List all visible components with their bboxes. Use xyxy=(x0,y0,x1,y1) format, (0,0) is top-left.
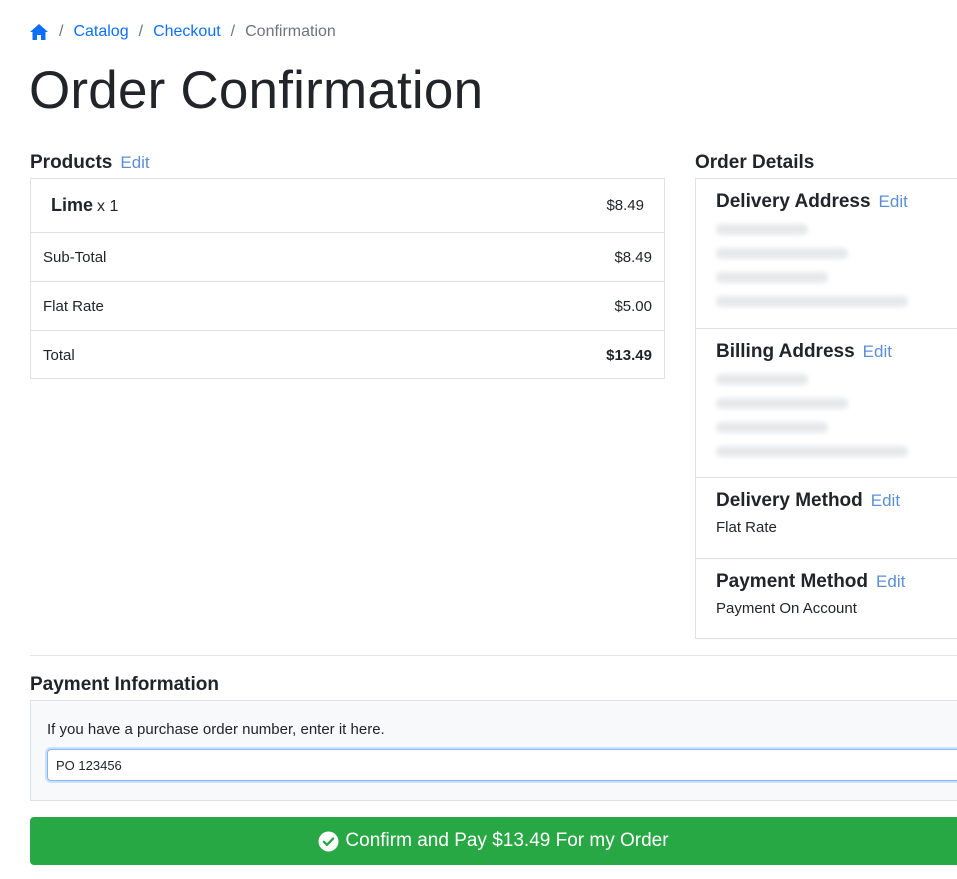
total-row: Total $13.49 xyxy=(31,330,664,379)
delivery-address-label: Delivery Address xyxy=(716,191,871,212)
breadcrumb-catalog[interactable]: Catalog xyxy=(73,23,128,41)
delivery-address-section: Delivery Address Edit xyxy=(696,179,957,328)
redacted-address-line xyxy=(716,223,808,235)
product-price: $8.49 xyxy=(606,197,644,214)
products-table: Lime x 1 $8.49 Sub-Total $8.49 Flat Rate … xyxy=(30,178,665,379)
confirm-and-pay-button[interactable]: Confirm and Pay $13.49 For my Order xyxy=(30,817,957,865)
payment-method-label: Payment Method xyxy=(716,571,869,592)
products-heading-label: Products xyxy=(30,152,113,173)
products-edit-link[interactable]: Edit xyxy=(120,153,149,172)
redacted-address-line xyxy=(716,271,828,283)
breadcrumb-separator: / xyxy=(59,23,64,40)
shipping-value: $5.00 xyxy=(614,297,652,315)
product-name-cell: Lime x 1 xyxy=(51,195,118,216)
total-label: Total xyxy=(43,346,75,364)
breadcrumb-separator: / xyxy=(230,23,236,40)
redacted-address-line xyxy=(716,397,848,409)
payment-method-edit-link[interactable]: Edit xyxy=(876,572,905,591)
po-number-input[interactable] xyxy=(47,749,957,781)
total-value: $13.49 xyxy=(606,346,652,364)
shipping-row: Flat Rate $5.00 xyxy=(31,281,664,330)
breadcrumb-checkout[interactable]: Checkout xyxy=(153,23,221,41)
payment-method-section: Payment Method Edit Payment On Account xyxy=(696,558,957,639)
redacted-address-line xyxy=(716,295,908,307)
product-qty: x 1 xyxy=(97,198,119,215)
delivery-method-label: Delivery Method xyxy=(716,490,863,511)
order-details-heading: Order Details xyxy=(695,152,815,173)
redacted-address-line xyxy=(716,421,828,433)
payment-information-heading: Payment Information xyxy=(30,674,219,695)
delivery-method-edit-link[interactable]: Edit xyxy=(871,491,900,510)
confirm-button-label: Confirm and Pay $13.49 For my Order xyxy=(345,830,669,851)
delivery-method-value: Flat Rate xyxy=(716,518,777,536)
check-circle-icon xyxy=(318,831,339,852)
payment-method-title: Payment Method Edit xyxy=(716,571,945,594)
delivery-address-edit-link[interactable]: Edit xyxy=(879,192,908,211)
payment-information-panel: If you have a purchase order number, ent… xyxy=(30,700,957,801)
po-number-label: If you have a purchase order number, ent… xyxy=(47,721,385,738)
redacted-address-line xyxy=(716,247,848,259)
breadcrumb-separator: / xyxy=(138,23,144,40)
billing-address-edit-link[interactable]: Edit xyxy=(863,342,892,361)
products-heading: Products Edit xyxy=(30,152,150,175)
redacted-address-line xyxy=(716,445,908,457)
page-title: Order Confirmation xyxy=(29,61,484,120)
page: / Catalog / Checkout / Confirmation Orde… xyxy=(0,0,957,879)
section-divider xyxy=(30,655,957,656)
delivery-address-title: Delivery Address Edit xyxy=(716,191,945,214)
billing-address-title: Billing Address Edit xyxy=(716,341,945,364)
subtotal-value: $8.49 xyxy=(614,248,652,266)
product-name: Lime xyxy=(51,195,94,215)
house-icon[interactable] xyxy=(29,23,49,41)
redacted-address-line xyxy=(716,373,808,385)
breadcrumb-confirmation: Confirmation xyxy=(245,23,336,40)
breadcrumb: / Catalog / Checkout / Confirmation xyxy=(29,20,336,44)
subtotal-row: Sub-Total $8.49 xyxy=(31,232,664,281)
payment-method-value: Payment On Account xyxy=(716,599,857,617)
order-details-panel: Delivery Address Edit Billing Address Edit… xyxy=(695,178,957,639)
billing-address-label: Billing Address xyxy=(716,341,855,362)
delivery-method-section: Delivery Method Edit Flat Rate xyxy=(696,477,957,558)
delivery-method-title: Delivery Method Edit xyxy=(716,490,945,513)
billing-address-section: Billing Address Edit xyxy=(696,328,957,477)
subtotal-label: Sub-Total xyxy=(43,248,107,266)
product-row: Lime x 1 $8.49 xyxy=(31,179,664,232)
shipping-label: Flat Rate xyxy=(43,297,104,315)
